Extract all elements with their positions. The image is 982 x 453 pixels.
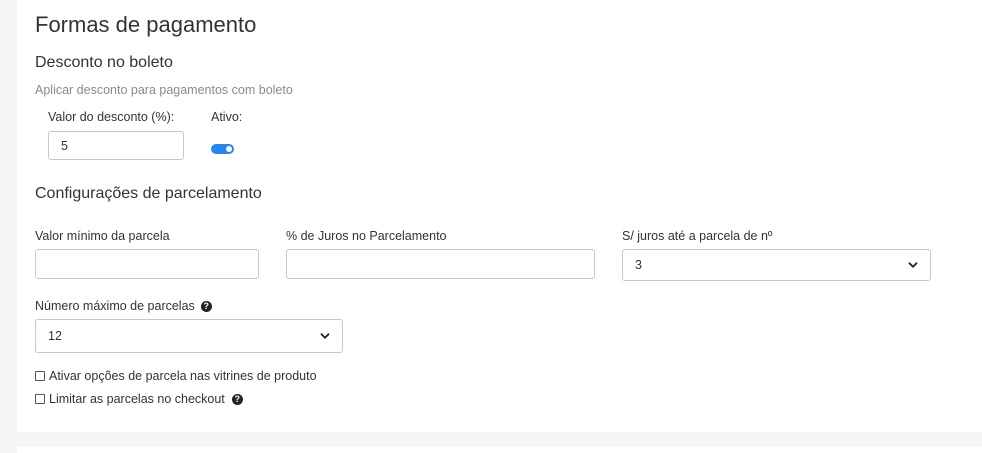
- next-section-card: [17, 447, 982, 453]
- min-installment-input[interactable]: [35, 249, 259, 279]
- question-circle-icon[interactable]: ?: [200, 300, 212, 312]
- max-installments-select[interactable]: 12: [35, 319, 343, 353]
- discount-value-field-wrapper: [48, 131, 184, 160]
- interest-input[interactable]: [286, 249, 595, 279]
- max-installments-label: Número máximo de parcelas: [35, 299, 195, 313]
- chevron-down-icon: [908, 262, 918, 268]
- max-installments-value: 12: [48, 329, 62, 343]
- showcase-installments-option: Ativar opções de parcela nas vitrines de…: [35, 369, 317, 383]
- toggle-knob: [226, 146, 232, 152]
- limit-checkout-installments-label[interactable]: Limitar as parcelas no checkout: [49, 392, 225, 406]
- limit-checkout-installments-option: Limitar as parcelas no checkout ?: [35, 392, 243, 406]
- discount-value-input[interactable]: [48, 131, 184, 160]
- no-interest-until-value: 3: [635, 258, 642, 272]
- showcase-installments-checkbox[interactable]: [35, 371, 45, 381]
- active-label: Ativo:: [211, 110, 243, 124]
- interest-field-wrapper: [286, 249, 595, 279]
- chevron-down-icon: [320, 333, 330, 339]
- max-installments-label-row: Número máximo de parcelas ?: [35, 299, 212, 313]
- limit-checkout-installments-checkbox[interactable]: [35, 394, 45, 404]
- no-interest-until-select[interactable]: 3: [622, 249, 931, 281]
- showcase-installments-label[interactable]: Ativar opções de parcela nas vitrines de…: [49, 369, 317, 383]
- boleto-discount-heading: Desconto no boleto: [35, 54, 173, 71]
- active-toggle[interactable]: [211, 144, 234, 154]
- question-circle-icon[interactable]: ?: [231, 393, 243, 405]
- discount-value-label: Valor do desconto (%):: [48, 110, 175, 124]
- no-interest-until-label: S/ juros até a parcela de nº: [622, 229, 773, 243]
- payment-settings-card: Formas de pagamento Desconto no boleto A…: [17, 0, 982, 432]
- page-title: Formas de pagamento: [35, 12, 257, 37]
- min-installment-label: Valor mínimo da parcela: [35, 229, 170, 243]
- min-installment-field-wrapper: [35, 249, 259, 279]
- interest-label: % de Juros no Parcelamento: [286, 229, 447, 243]
- boleto-discount-help: Aplicar desconto para pagamentos com bol…: [35, 83, 293, 97]
- installments-heading: Configurações de parcelamento: [35, 185, 262, 202]
